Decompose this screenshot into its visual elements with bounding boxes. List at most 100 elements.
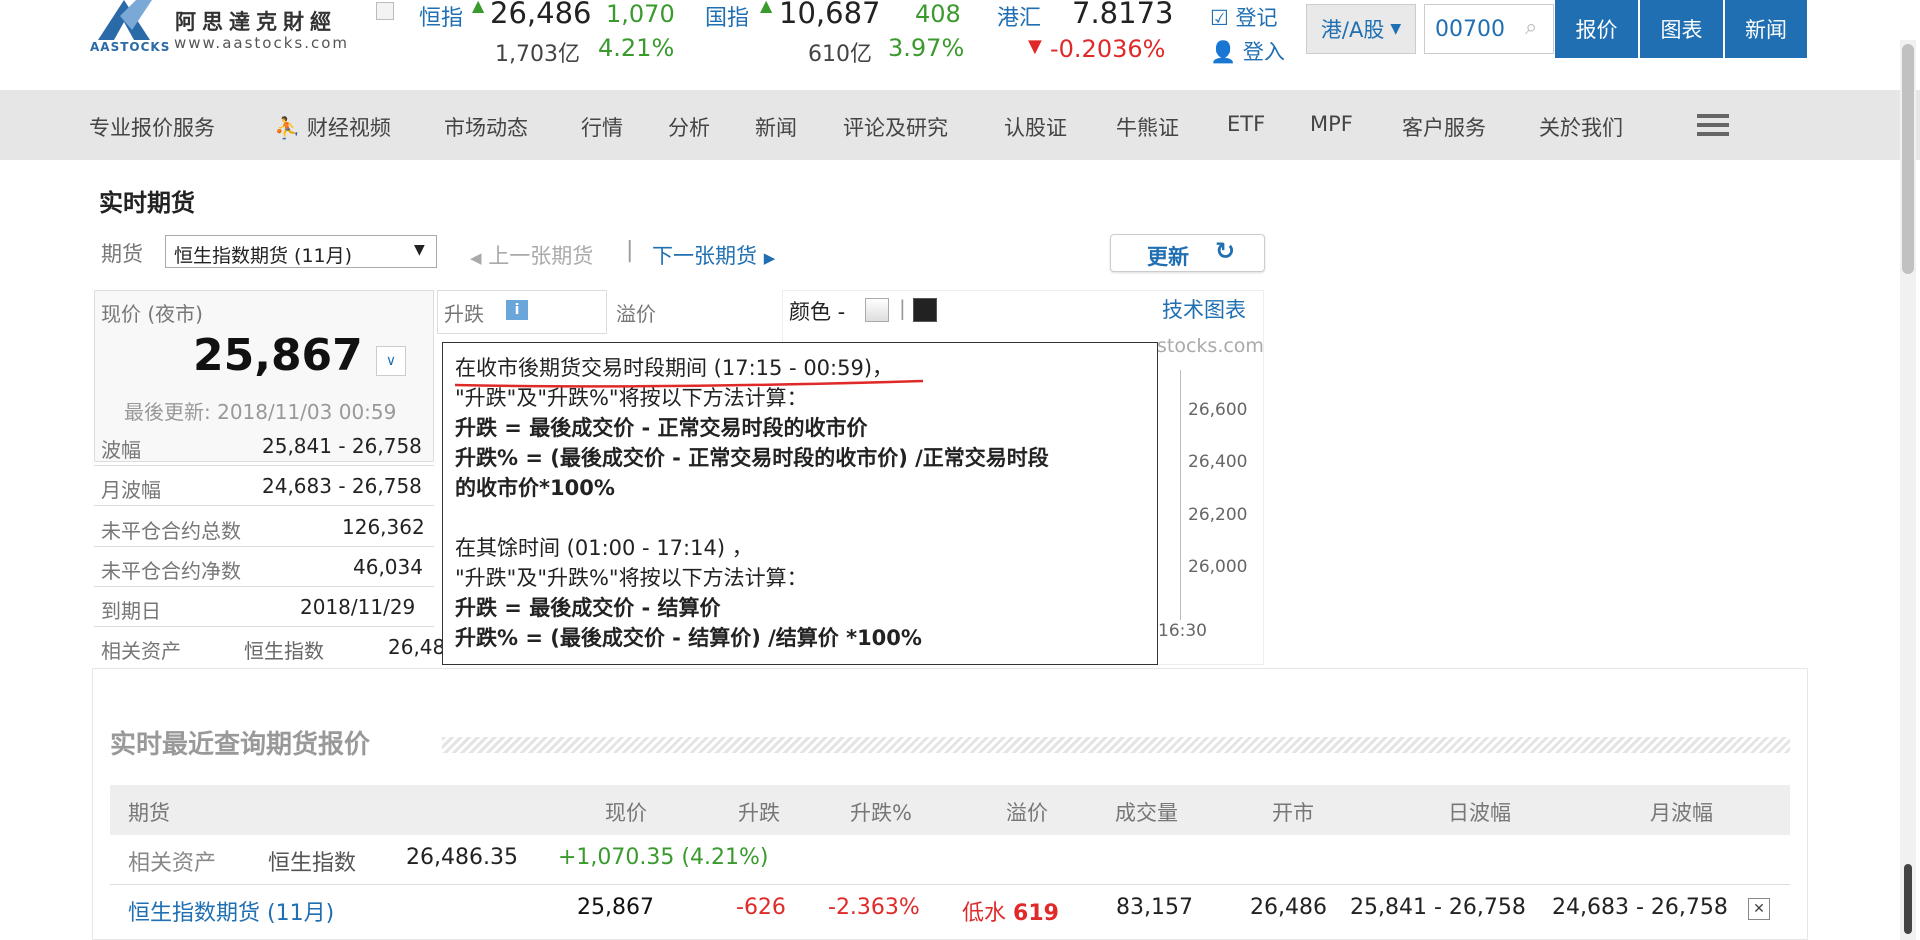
fx-value: 7.8173 (1072, 0, 1174, 30)
futures-label: 期货 (101, 242, 143, 266)
next-futures-link[interactable]: 下一张期货 ▶ (652, 240, 775, 270)
nav-item-mpf[interactable]: MPF (1310, 112, 1353, 136)
nav-item-research[interactable]: 评论及研究 (843, 112, 948, 142)
info-icon[interactable]: i (506, 300, 528, 320)
futures-row-day-range: 25,841 - 26,758 (1350, 895, 1526, 920)
swatch-separator: | (899, 296, 906, 320)
futures-row-premium: 低水 619 (962, 895, 1059, 927)
nav-item-analysis[interactable]: 分析 (668, 112, 710, 142)
chart-tick: 26,200 (1188, 505, 1248, 525)
top-header: AASTOCKS 阿思達克財經 www.aastocks.com 恒指 ▲ 26… (0, 0, 1920, 90)
remove-row-icon[interactable]: ✕ (1748, 898, 1770, 920)
stat-value: 24,683 - 26,758 (262, 474, 422, 498)
light-theme-swatch[interactable] (865, 298, 889, 322)
hscei-change: 408 (915, 0, 961, 28)
market-select[interactable]: 港/A股 ▼ (1306, 4, 1416, 54)
symbol-search-input[interactable]: 00700 (1435, 17, 1505, 42)
chevron-down-icon: ▼ (414, 242, 425, 258)
login-label: 登入 (1242, 40, 1285, 64)
futures-row-change: -626 (736, 895, 786, 920)
nav-item-news[interactable]: 新闻 (755, 112, 797, 142)
column-header: 期货 (128, 801, 170, 825)
nav-item-customer-service[interactable]: 客户服务 (1402, 112, 1486, 142)
refresh-button[interactable]: 更新 ↻ (1110, 234, 1265, 272)
tech-chart-link[interactable]: 技术图表 (1162, 294, 1246, 324)
nav-item-about[interactable]: 关於我们 (1539, 112, 1623, 142)
asset-row-label: 相关资产 (128, 851, 217, 876)
chart-tick: 26,600 (1188, 400, 1248, 420)
stat-label: 未平仓合约净数 (101, 559, 241, 583)
fx-change: -0.2036% (1050, 35, 1166, 63)
chart-watermark: stocks.com (1157, 335, 1264, 357)
pause-icon[interactable] (376, 2, 394, 20)
nav-item-cbbc[interactable]: 牛熊证 (1116, 112, 1179, 142)
nav-item-market-news[interactable]: 市场动态 (444, 112, 528, 142)
tooltip-line: 升跌 = 最後成交价 - 结算价 (455, 596, 721, 620)
hsi-label[interactable]: 恒指 (419, 0, 463, 32)
nav-item-etf[interactable]: ETF (1227, 112, 1265, 136)
stat-label: 未平仓合约总数 (101, 519, 241, 543)
stat-value: 126,362 (342, 515, 425, 539)
news-button[interactable]: 新闻 (1725, 0, 1807, 58)
asset-row-name[interactable]: 恒生指数 (268, 845, 356, 877)
quote-button[interactable]: 报价 (1555, 0, 1638, 58)
edit-icon: ☑ (1210, 6, 1229, 30)
red-underline-annotation (454, 379, 924, 388)
related-asset-name[interactable]: 恒生指数 (244, 635, 324, 664)
nav-item-video[interactable]: ⛹ 财经视频 (274, 112, 391, 142)
futures-select-value: 恒生指数期货 (11月) (174, 245, 353, 267)
tooltip-line: 在其馀时间 (01:00 - 17:14) ， (455, 536, 753, 560)
hsi-turnover: 1,703亿 (495, 42, 580, 67)
page-title: 实时期货 (99, 189, 195, 217)
stat-label: 到期日 (101, 599, 161, 623)
hscei-label[interactable]: 国指 (705, 0, 749, 32)
related-asset-label: 相关资产 (101, 639, 181, 663)
register-link[interactable]: ☑ 登记 (1210, 2, 1278, 32)
logo-url: www.aastocks.com (174, 34, 350, 52)
divider (94, 626, 434, 627)
user-icon: 👤 (1210, 40, 1237, 64)
related-asset-value: 26,48 (388, 635, 446, 659)
triangle-left-icon: ◀ (470, 249, 482, 267)
chevron-down-icon: ▼ (1390, 21, 1402, 37)
nav-item-quotes[interactable]: 行情 (581, 112, 623, 142)
last-update: 最後更新: 2018/11/03 00:59 (124, 400, 397, 424)
prev-futures-label: 上一张期货 (488, 244, 594, 268)
futures-row-volume: 83,157 (1116, 895, 1193, 920)
divider (94, 505, 434, 506)
refresh-label: 更新 (1147, 245, 1189, 269)
tooltip-line: 升跌% = (最後成交价 - 正常交易时段的收市价) /正常交易时段 (455, 446, 1049, 470)
futures-row-open: 26,486 (1250, 895, 1327, 920)
logo-brand: AASTOCKS (90, 40, 171, 54)
futures-select[interactable]: 恒生指数期货 (11月) ▼ (165, 235, 437, 268)
stat-value: 2018/11/29 (300, 595, 416, 619)
column-header: 升跌 (738, 801, 780, 825)
chart-tick: 26,400 (1188, 452, 1248, 472)
hscei-turnover: 610亿 (808, 42, 872, 67)
scrollbar[interactable] (1900, 40, 1916, 940)
login-link[interactable]: 👤 登入 (1210, 36, 1285, 66)
aastocks-logo[interactable]: AASTOCKS 阿思達克財經 www.aastocks.com (90, 0, 360, 60)
chart-button[interactable]: 图表 (1640, 0, 1723, 58)
price-label: 现价 (夜市) (101, 302, 203, 326)
column-header: 日波幅 (1448, 801, 1511, 825)
nav-item-warrants[interactable]: 认股证 (1004, 112, 1067, 142)
futures-row-price: 25,867 (577, 895, 654, 920)
main-nav: 专业报价服务 ⛹ 财经视频 市场动态 行情 分析 新闻 评论及研究 认股证 牛熊… (0, 90, 1920, 160)
menu-icon[interactable] (1697, 114, 1729, 136)
tooltip-line: 升跌 = 最後成交价 - 正常交易时段的收市价 (455, 416, 868, 440)
expand-chevron-icon[interactable]: ∨ (376, 346, 406, 376)
futures-row-month-range: 24,683 - 26,758 (1552, 895, 1728, 920)
scrollbar-thumb[interactable] (1902, 44, 1914, 274)
dark-theme-swatch[interactable] (913, 298, 937, 322)
prev-futures-link[interactable]: ◀ 上一张期货 (470, 240, 593, 270)
futures-row-name[interactable]: 恒生指数期货 (11月) (128, 895, 334, 927)
divider (94, 586, 434, 587)
nav-item-pro-quote[interactable]: 专业报价服务 (89, 112, 215, 142)
hscei-pct: 3.97% (888, 34, 965, 62)
person-walk-icon: ⛹ (274, 116, 301, 140)
symbol-search-box[interactable]: 00700 ⌕ (1424, 4, 1554, 54)
search-icon[interactable]: ⌕ (1525, 15, 1537, 40)
stat-label: 波幅 (101, 438, 141, 462)
fx-label[interactable]: 港汇 (997, 0, 1041, 32)
